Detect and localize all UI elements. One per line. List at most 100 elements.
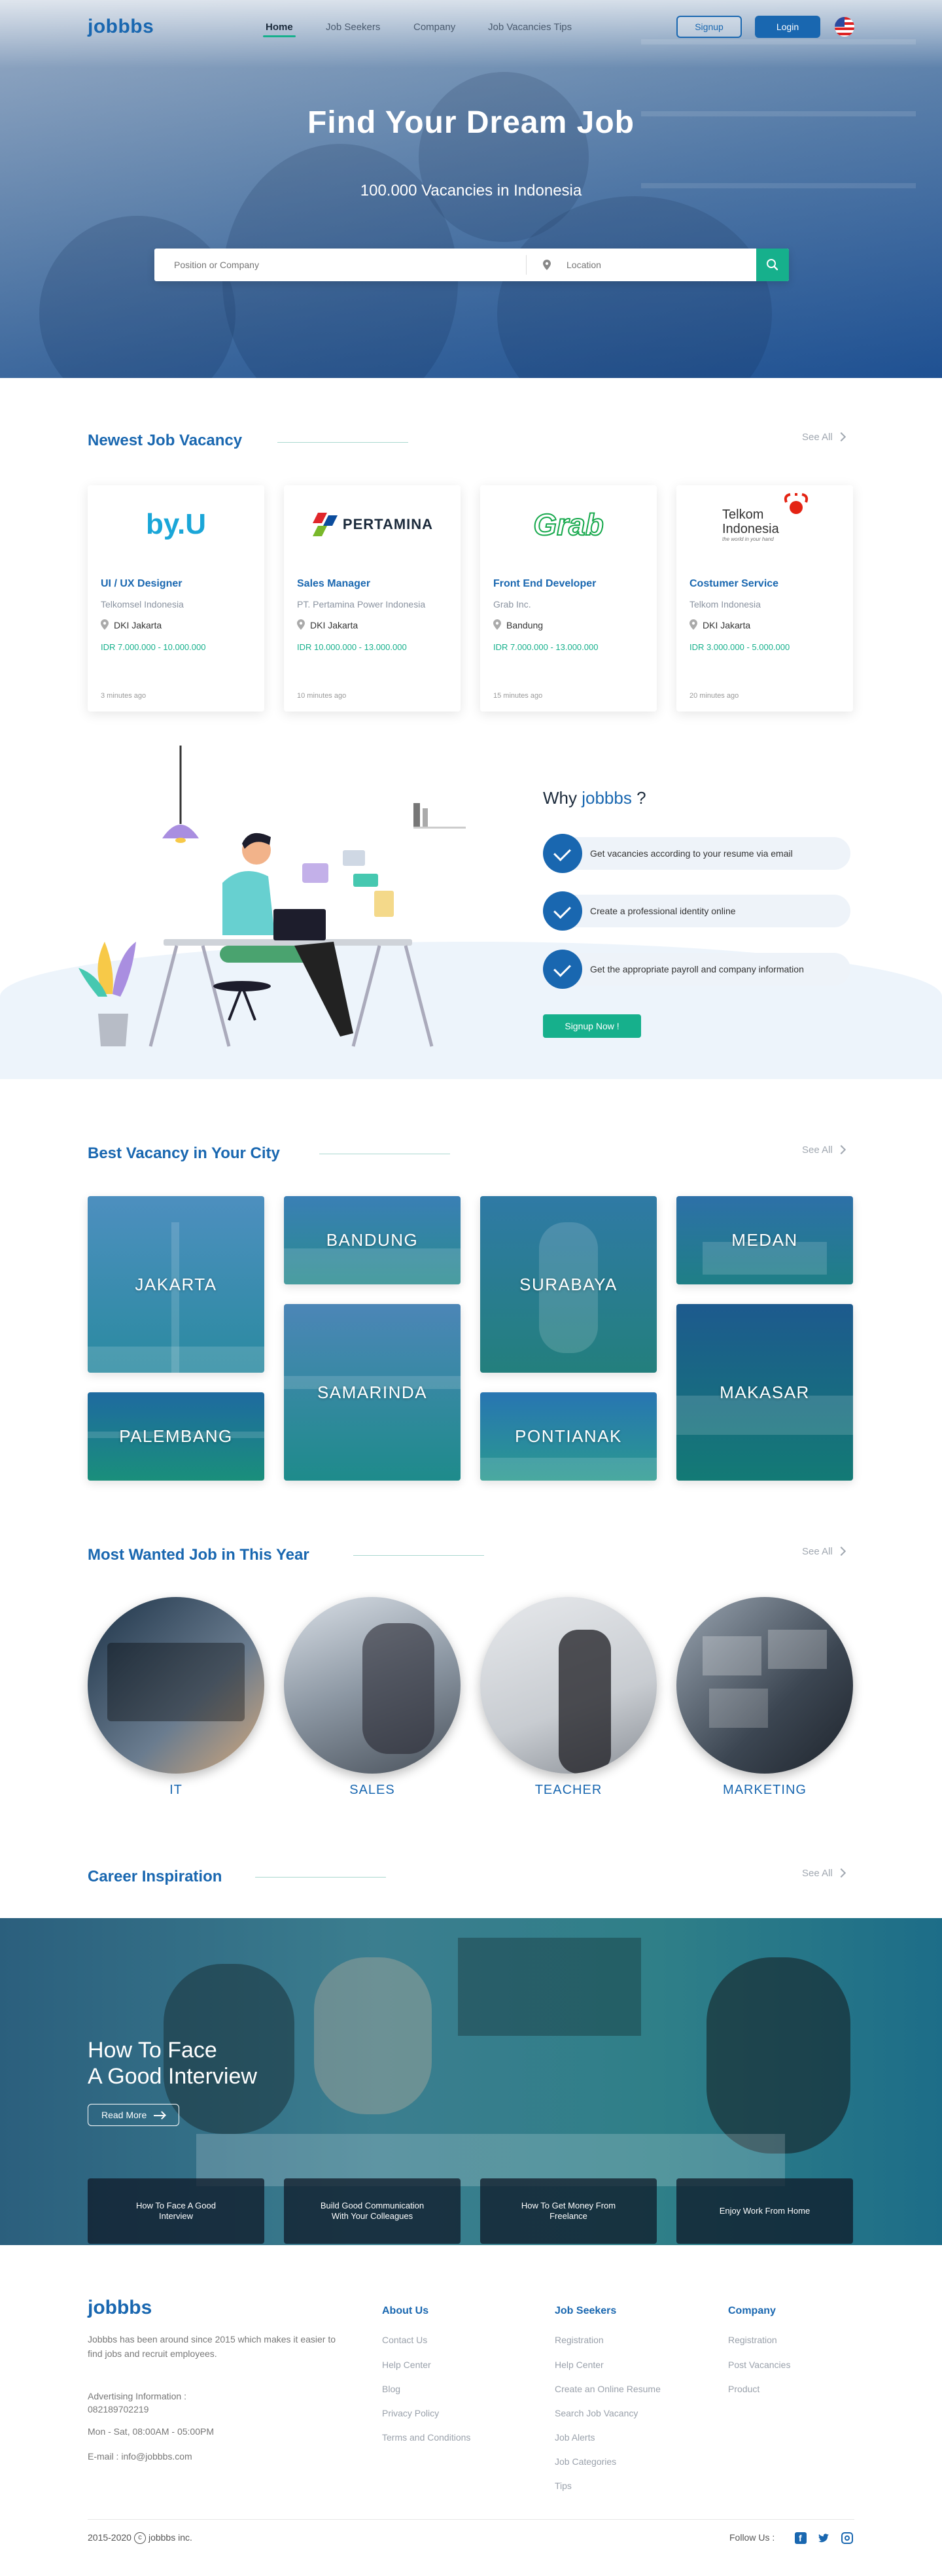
why-item: Get the appropriate payroll and company …	[543, 950, 850, 989]
search-bar	[154, 249, 789, 281]
follow-us-label: Follow Us :	[729, 2532, 775, 2543]
footer-link[interactable]: Registration	[555, 2335, 604, 2345]
footer-link[interactable]: Contact Us	[382, 2335, 427, 2345]
cities-see-all-link[interactable]: See All	[802, 1144, 846, 1156]
footer-link[interactable]: Product	[728, 2384, 759, 2394]
city-tile-makasar[interactable]: MAKASAR	[676, 1304, 853, 1481]
company-logo-telkom: Telkom Indonesia the world in your hand	[676, 485, 853, 564]
logo[interactable]: jobbbs	[88, 16, 154, 38]
job-title[interactable]: UI / UX Designer	[101, 578, 182, 590]
job-category-sales-image[interactable]	[284, 1597, 461, 1774]
city-tile-medan[interactable]: MEDAN	[676, 1196, 853, 1284]
search-button[interactable]	[756, 249, 789, 281]
job-card[interactable]: by.U UI / UX Designer Telkomsel Indonesi…	[88, 485, 264, 712]
job-location: DKI Jakarta	[114, 620, 162, 630]
footer-link[interactable]: Job Alerts	[555, 2432, 595, 2443]
twitter-icon[interactable]	[818, 2532, 829, 2544]
nav-company[interactable]: Company	[413, 22, 455, 33]
city-tile-jakarta[interactable]: JAKARTA	[88, 1196, 264, 1373]
job-category-teacher-image[interactable]	[480, 1597, 657, 1774]
wanted-see-all-link[interactable]: See All	[802, 1546, 846, 1557]
why-item: Create a professional identity online	[543, 891, 850, 931]
why-title: Why jobbbs ?	[543, 788, 646, 808]
job-location: DKI Jakarta	[310, 620, 358, 630]
us-flag-icon[interactable]	[835, 17, 854, 37]
chevron-right-icon	[836, 1144, 846, 1155]
job-category-label[interactable]: TEACHER	[480, 1783, 657, 1798]
city-tile-palembang[interactable]: PALEMBANG	[88, 1392, 264, 1481]
facebook-icon[interactable]: f	[795, 2532, 807, 2544]
job-category-marketing-image[interactable]	[676, 1597, 853, 1774]
job-title[interactable]: Sales Manager	[297, 578, 370, 590]
footer-link[interactable]: Blog	[382, 2384, 400, 2394]
article-card[interactable]: Enjoy Work From Home	[676, 2178, 853, 2244]
pertamina-logo-icon	[312, 513, 338, 536]
copyright-icon: c	[133, 2532, 146, 2545]
footer-link[interactable]: Help Center	[555, 2360, 604, 2370]
footer-link[interactable]: Search Job Vacancy	[555, 2408, 638, 2418]
nav-job-seekers[interactable]: Job Seekers	[326, 22, 380, 33]
section-line	[277, 442, 408, 443]
footer-email[interactable]: E-mail : info@jobbbs.com	[88, 2450, 192, 2463]
arrow-right-icon	[154, 2115, 164, 2116]
job-salary: IDR 7.000.000 - 13.000.000	[493, 642, 599, 652]
nav-home[interactable]: Home	[266, 22, 293, 33]
why-item: Get vacancies according to your resume v…	[543, 834, 850, 873]
footer-logo[interactable]: jobbbs	[88, 2297, 152, 2319]
city-tile-samarinda[interactable]: SAMARINDA	[284, 1304, 461, 1481]
city-tile-bandung[interactable]: BANDUNG	[284, 1196, 461, 1284]
newest-jobs-title: Newest Job Vacancy	[88, 432, 243, 449]
footer-link[interactable]: Privacy Policy	[382, 2408, 439, 2418]
company-logo-byu: by.U	[145, 508, 207, 540]
job-salary: IDR 3.000.000 - 5.000.000	[689, 642, 790, 652]
location-pin-icon	[543, 260, 551, 270]
job-card[interactable]: Grab Front End Developer Grab Inc. Bandu…	[480, 485, 657, 712]
city-tile-surabaya[interactable]: SURABAYA	[480, 1196, 657, 1373]
instagram-icon[interactable]	[841, 2532, 853, 2544]
footer-link[interactable]: Tips	[555, 2481, 572, 2491]
city-tile-pontianak[interactable]: PONTIANAK	[480, 1392, 657, 1481]
article-card[interactable]: How To Get Money From Freelance	[480, 2178, 657, 2244]
job-category-it-image[interactable]	[88, 1597, 264, 1774]
job-company: Telkom Indonesia	[689, 599, 761, 610]
hero-title: Find Your Dream Job	[307, 105, 635, 140]
read-more-button[interactable]: Read More	[88, 2104, 179, 2126]
footer-link[interactable]: Create an Online Resume	[555, 2384, 661, 2394]
signup-button[interactable]: Signup	[676, 16, 742, 38]
footer-link[interactable]: Registration	[728, 2335, 777, 2345]
search-icon	[767, 259, 778, 271]
check-circle-icon	[543, 834, 582, 873]
login-button[interactable]: Login	[755, 16, 820, 38]
location-pin-icon	[101, 619, 109, 630]
copyright: 2015-2020 c jobbbs inc.	[88, 2532, 192, 2545]
job-card[interactable]: PERTAMINA Sales Manager PT. Pertamina Po…	[284, 485, 461, 712]
inspiration-see-all-link[interactable]: See All	[802, 1868, 846, 1879]
footer-link[interactable]: Help Center	[382, 2360, 431, 2370]
job-card[interactable]: Telkom Indonesia the world in your hand …	[676, 485, 853, 712]
signup-now-button[interactable]: Signup Now !	[543, 1014, 641, 1038]
job-location: Bandung	[506, 620, 544, 630]
job-category-label[interactable]: SALES	[284, 1783, 461, 1798]
inspiration-headline: How To Face A Good Interview	[88, 2038, 257, 2089]
article-card[interactable]: Build Good Communication With Your Colle…	[284, 2178, 461, 2244]
article-card[interactable]: How To Face A Good Interview	[88, 2178, 264, 2244]
footer-link[interactable]: Job Categories	[555, 2456, 616, 2467]
nav-active-indicator	[263, 35, 296, 37]
job-posted-time: 10 minutes ago	[297, 692, 347, 700]
footer-link[interactable]: Post Vacancies	[728, 2360, 790, 2370]
chevron-right-icon	[836, 1546, 846, 1556]
check-circle-icon	[543, 891, 582, 931]
hero-subtitle: 100.000 Vacancies in Indonesia	[360, 182, 582, 199]
job-category-label[interactable]: IT	[88, 1783, 264, 1798]
job-category-label[interactable]: MARKETING	[676, 1783, 853, 1798]
location-search-input[interactable]	[560, 249, 756, 281]
footer-hours: Mon - Sat, 08:00AM - 05:00PM	[88, 2426, 214, 2437]
job-title[interactable]: Front End Developer	[493, 578, 596, 590]
nav-job-vacancies-tips[interactable]: Job Vacancies Tips	[488, 22, 572, 33]
position-search-input[interactable]	[154, 249, 526, 281]
footer-link[interactable]: Terms and Conditions	[382, 2432, 470, 2443]
job-title[interactable]: Costumer Service	[689, 578, 778, 590]
person-working-illustration	[78, 746, 466, 1047]
newest-see-all-link[interactable]: See All	[802, 432, 846, 443]
advertising-label: Advertising Information :	[88, 2391, 186, 2401]
